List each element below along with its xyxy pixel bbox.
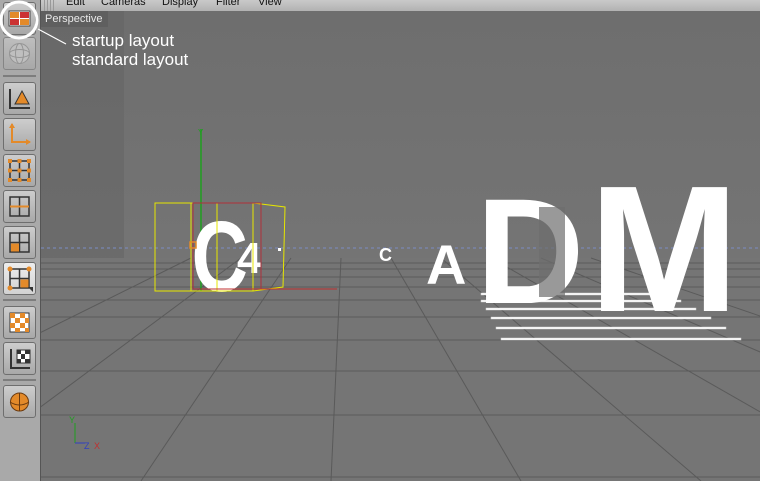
- scene-sphere-icon: [9, 43, 30, 64]
- svg-text:Y: Y: [198, 128, 204, 137]
- menu-view[interactable]: View: [258, 0, 282, 8]
- perspective-viewport[interactable]: Y C 4 C A D M Y Z X Perspective: [41, 11, 760, 481]
- svg-text:4: 4: [237, 234, 262, 283]
- callout-standard-layout: standard layout: [72, 50, 189, 69]
- svg-text:Z: Z: [84, 441, 90, 451]
- svg-text:M: M: [589, 149, 739, 350]
- left-toolbar: [0, 0, 41, 481]
- edges-icon: [9, 196, 30, 217]
- menu-cameras[interactable]: Cameras: [101, 0, 146, 8]
- uvw-button[interactable]: [3, 262, 36, 295]
- texture-button[interactable]: [3, 306, 36, 339]
- letter-c: C: [379, 245, 392, 265]
- svg-text:Y: Y: [69, 415, 75, 425]
- menu-edit[interactable]: Edit: [66, 0, 85, 8]
- menu-bar: Edit Cameras Display Filter View: [0, 0, 760, 11]
- menu-display[interactable]: Display: [162, 0, 198, 8]
- layout-icon: [8, 10, 31, 27]
- viewport-title[interactable]: Perspective: [41, 11, 109, 27]
- letter-dm: D M: [476, 149, 742, 350]
- scene-button[interactable]: [3, 37, 36, 70]
- toolbar-separator: [3, 75, 36, 77]
- toolbar-separator: [3, 379, 36, 381]
- model-mode-icon: [9, 89, 30, 109]
- svg-text:X: X: [94, 441, 100, 451]
- object-axis-button[interactable]: [3, 118, 36, 151]
- points-icon: [8, 159, 31, 182]
- callout-startup-layout: startup layout: [72, 31, 175, 50]
- object-axis-icon: [9, 123, 31, 145]
- letter-a: A: [426, 233, 466, 296]
- paint-icon: [9, 392, 30, 412]
- texture-axis-button[interactable]: [3, 342, 36, 375]
- paint-button[interactable]: [3, 385, 36, 418]
- menu-grip: [44, 0, 56, 11]
- svg-text:D: D: [476, 167, 584, 335]
- texture-icon: [9, 312, 30, 333]
- toolbar-separator: [3, 299, 36, 301]
- texture-axis-icon: [10, 349, 31, 369]
- polygons-button[interactable]: [3, 226, 36, 259]
- edges-button[interactable]: [3, 190, 36, 223]
- uvw-icon: [7, 266, 33, 292]
- polygons-icon: [9, 232, 30, 253]
- menu-filter[interactable]: Filter: [216, 0, 240, 8]
- model-mode-button[interactable]: [3, 82, 36, 115]
- viewport-scene: Y C 4 C A D M Y Z X: [41, 11, 760, 481]
- layout-button[interactable]: [3, 2, 36, 35]
- points-button[interactable]: [3, 154, 36, 187]
